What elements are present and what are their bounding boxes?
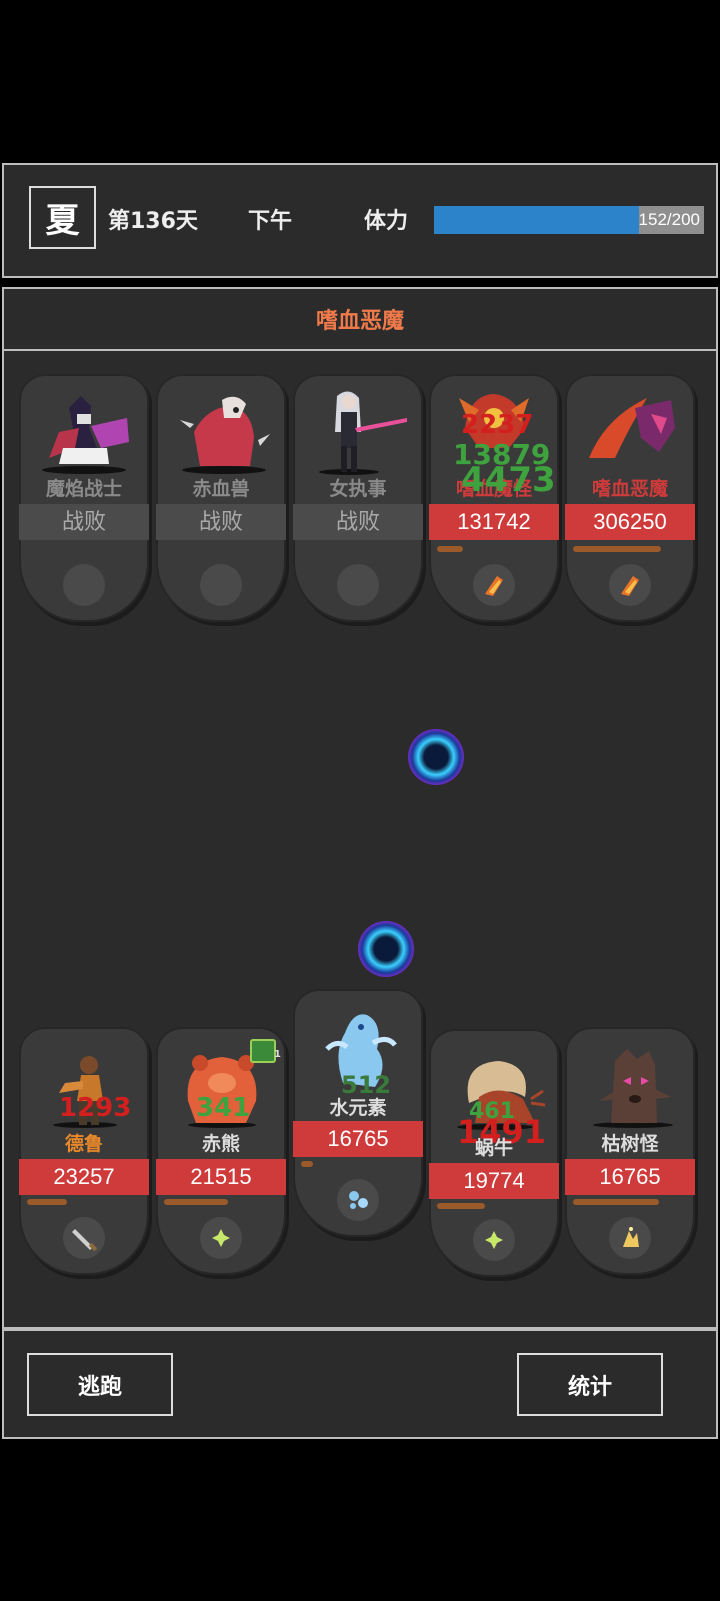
enemy-card-1[interactable]: 魔焰战士 战败	[19, 374, 149, 622]
stamina-text: 152/200	[638, 210, 700, 229]
enemy-name: 魔焰战士	[45, 478, 122, 500]
enemy-hp: 131742	[429, 504, 559, 540]
battle-panel: 嗜血恶魔 魔焰战士 战败 赤血兽 战败 女执事 战败 嗜血魔怪 2237 138…	[2, 287, 718, 1329]
red-beast-sprite	[180, 396, 270, 474]
heal-number: 341	[196, 1093, 251, 1123]
charge-bar	[27, 1199, 67, 1205]
battle-title: 嗜血恶魔	[4, 289, 716, 351]
tree-monster-sprite	[593, 1049, 673, 1128]
charge-bar	[437, 546, 463, 552]
vortex-projectile	[408, 729, 464, 785]
flame-skill-icon[interactable]	[609, 564, 651, 606]
sword-skill-icon[interactable]	[63, 1217, 105, 1259]
golden-skill-icon[interactable]	[609, 1217, 651, 1259]
ally-card-3[interactable]: 512 水元素 16765	[293, 989, 423, 1237]
buff-stack-count: 1	[274, 1049, 281, 1060]
enemy-name: 嗜血恶魔	[591, 478, 668, 500]
ally-card-4[interactable]: 461 1491 蜗牛 19774	[429, 1029, 559, 1277]
buff-badge-icon	[250, 1039, 276, 1063]
ally-name: 水元素	[329, 1097, 387, 1119]
stamina-bar-fill	[434, 206, 640, 234]
stamina-bar: 152/200	[434, 206, 704, 234]
ally-card-1[interactable]: 1293 德鲁 23257	[19, 1027, 149, 1275]
ally-hp: 19774	[429, 1163, 559, 1199]
ally-hp: 16765	[565, 1159, 695, 1195]
charge-bar	[437, 1203, 485, 1209]
enemy-card-3[interactable]: 女执事 战败	[293, 374, 423, 622]
charge-bar	[573, 1199, 659, 1205]
ally-name: 赤熊	[201, 1133, 240, 1155]
damage-number: 2237	[461, 410, 534, 440]
time-of-day: 下午	[248, 209, 293, 234]
enemy-card-5[interactable]: 嗜血恶魔 306250	[565, 374, 695, 622]
enemy-name: 赤血兽	[192, 478, 250, 500]
enemy-status: 战败	[156, 504, 286, 540]
enemy-hp: 306250	[565, 504, 695, 540]
ally-name: 蜗牛	[474, 1137, 513, 1159]
skill-slot-empty	[200, 564, 242, 606]
water-skill-icon[interactable]	[337, 1179, 379, 1221]
ally-card-2[interactable]: 1 341 赤熊 21515	[156, 1027, 286, 1275]
skill-slot-empty	[63, 564, 105, 606]
dark-knight-sprite	[42, 396, 129, 474]
flame-skill-icon[interactable]	[473, 564, 515, 606]
sparkle-skill-icon[interactable]	[200, 1217, 242, 1259]
ally-card-5[interactable]: 枯树怪 16765	[565, 1027, 695, 1275]
ally-hp: 21515	[156, 1159, 286, 1195]
ally-name: 德鲁	[64, 1133, 103, 1155]
charge-bar	[164, 1199, 228, 1205]
stamina-label: 体力	[364, 209, 409, 234]
damage-number: 1293	[59, 1093, 132, 1123]
enemy-card-2[interactable]: 赤血兽 战败	[156, 374, 286, 622]
day-counter: 第136天	[108, 209, 198, 234]
butler-girl-sprite	[319, 391, 407, 475]
charge-bar	[573, 546, 661, 552]
enemy-card-4[interactable]: 嗜血魔怪 2237 13879 4473 131742	[429, 374, 559, 622]
status-panel: 夏 第136天 下午 体力 152/200	[2, 163, 718, 278]
charge-bar	[301, 1161, 313, 1167]
enemy-status: 战败	[19, 504, 149, 540]
enemy-status: 战败	[293, 504, 423, 540]
vortex-projectile	[358, 921, 414, 977]
blood-demon-sprite	[589, 398, 675, 458]
sparkle-skill-icon[interactable]	[473, 1219, 515, 1261]
heal-number: 4473	[461, 460, 556, 500]
stats-button[interactable]: 统计	[517, 1353, 663, 1416]
enemy-name: 女执事	[329, 478, 387, 500]
flee-button[interactable]: 逃跑	[27, 1353, 173, 1416]
ally-hp: 16765	[293, 1121, 423, 1157]
skill-slot-empty	[337, 564, 379, 606]
action-panel: 逃跑 统计	[2, 1329, 718, 1439]
ally-hp: 23257	[19, 1159, 149, 1195]
ally-name: 枯树怪	[601, 1133, 659, 1155]
season-indicator: 夏	[29, 186, 96, 249]
